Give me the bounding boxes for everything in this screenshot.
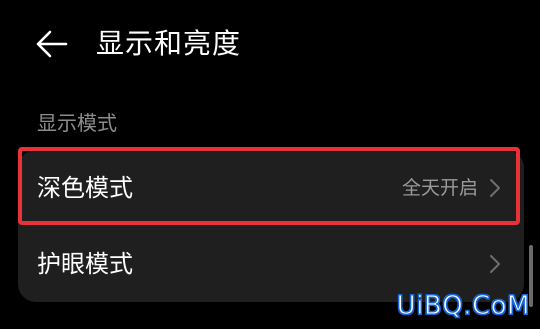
dark-mode-row[interactable]: 深色模式 全天开启 (18, 150, 524, 226)
chevron-right-icon (489, 178, 501, 198)
watermark: UiBQ.CoM (396, 291, 530, 322)
display-brightness-screen: 显示和亮度 显示模式 深色模式 全天开启 护眼模式 UiBQ.CoM (0, 0, 540, 329)
page-title: 显示和亮度 (96, 27, 242, 60)
app-header: 显示和亮度 (0, 18, 540, 70)
chevron-right-icon (489, 254, 501, 274)
dark-mode-value: 全天开启 (401, 177, 478, 199)
settings-card: 深色模式 全天开启 护眼模式 (18, 150, 524, 302)
back-button[interactable] (34, 26, 70, 62)
section-label-display-mode: 显示模式 (37, 111, 117, 135)
dark-mode-label: 深色模式 (37, 174, 133, 202)
arrow-left-icon (36, 30, 68, 58)
eye-comfort-label: 护眼模式 (37, 250, 133, 278)
